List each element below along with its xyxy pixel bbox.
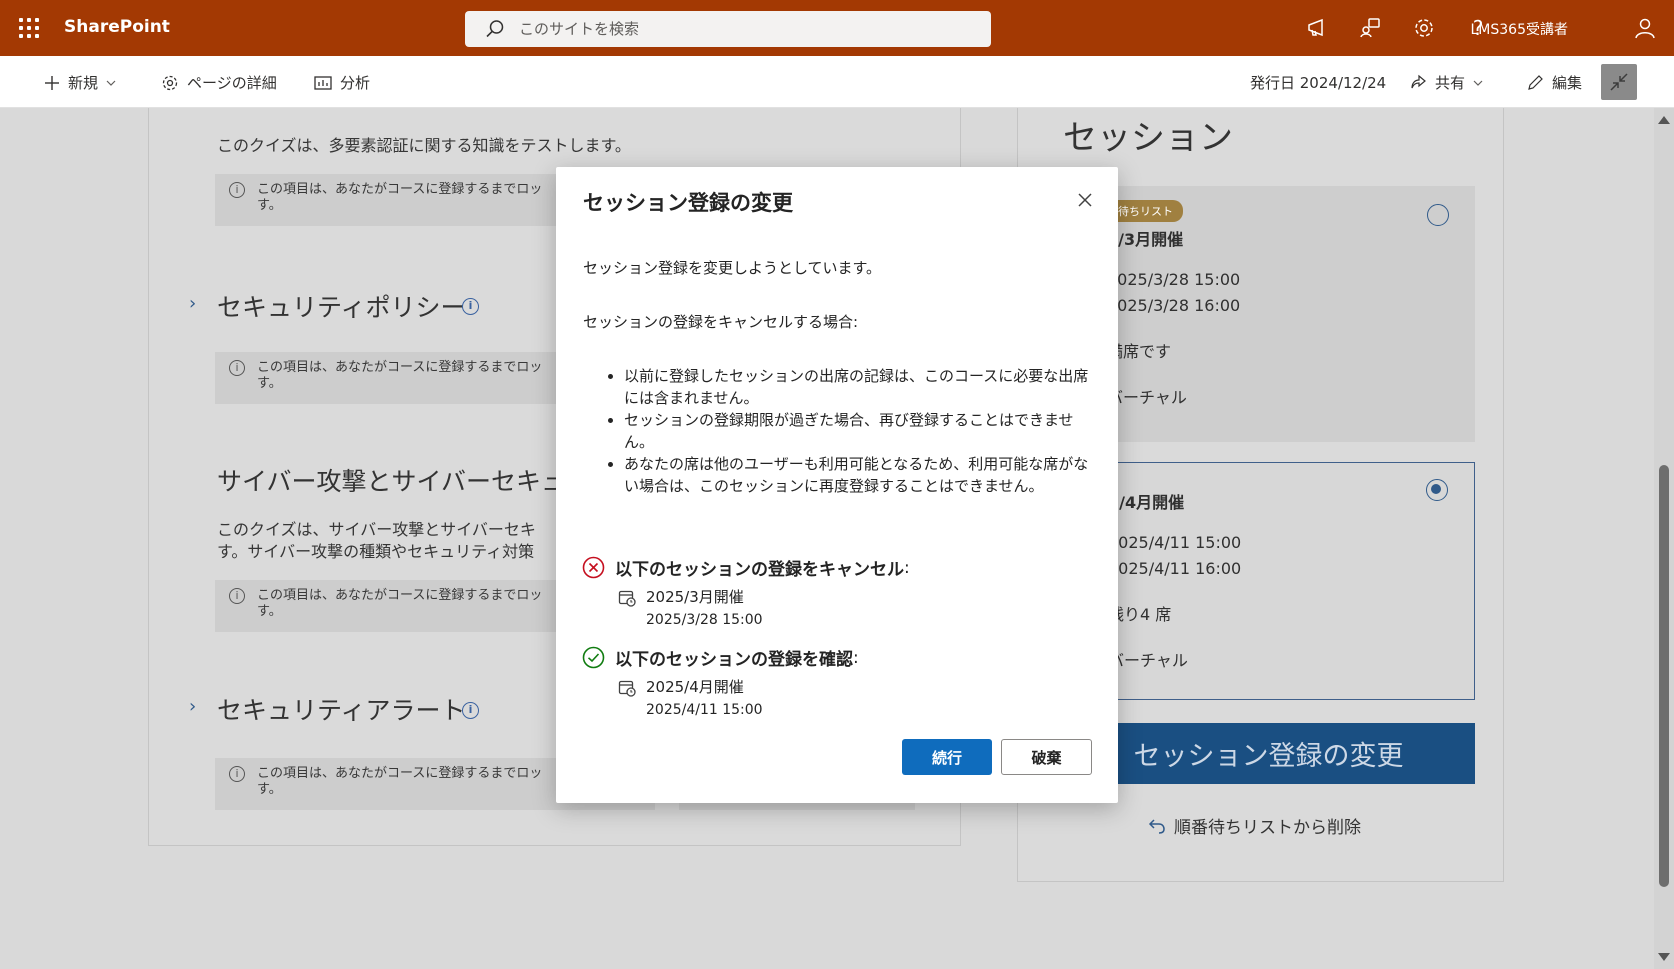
continue-button[interactable]: 続行 [902, 739, 992, 775]
collapse-button[interactable] [1601, 64, 1637, 100]
edit-button[interactable]: 編集 [1527, 72, 1582, 93]
undo-icon [1148, 818, 1165, 834]
megaphone-icon[interactable] [1306, 16, 1330, 40]
cancel-session-time: 2025/3/28 15:00 [646, 612, 763, 628]
cyber-description-line2: す。サイバー攻撃の種類やセキュリティ対策 [217, 542, 535, 561]
app-launcher-icon[interactable] [18, 17, 40, 39]
confirm-session-name: 2025/4月開催 [646, 678, 744, 696]
session-location: バーチャル [1107, 388, 1187, 407]
session-end: 2025/4/11 16:00 [1108, 559, 1242, 578]
plus-icon [45, 75, 59, 90]
remove-waitlist-link[interactable]: 順番待ちリストから削除 [1148, 813, 1361, 838]
chevron-down-icon [1473, 80, 1483, 86]
page-details-label: ページの詳細 [187, 74, 277, 92]
dialog-title: セッション登録の変更 [583, 191, 793, 215]
dialog-cancel-heading: セッションの登録をキャンセルする場合: [583, 313, 859, 331]
published-label: 発行日 2024/12/24 [1250, 74, 1387, 92]
confirm-session-time: 2025/4/11 15:00 [646, 702, 763, 718]
edit-label: 編集 [1552, 74, 1583, 92]
analytics-label: 分析 [340, 74, 371, 92]
discard-button[interactable]: 破棄 [1001, 739, 1092, 775]
info-icon: i [229, 588, 245, 604]
checkmark-circle-icon [582, 646, 605, 669]
session-start: 2025/4/11 15:00 [1108, 533, 1242, 552]
scroll-up-arrow[interactable] [1658, 116, 1670, 124]
feedback-icon[interactable] [1359, 16, 1383, 40]
change-registration-dialog: セッション登録の変更 セッション登録を変更しようとしています。 セッションの登録… [556, 167, 1118, 803]
confirm-session-entry: 2025/4月開催 2025/4/11 15:00 [618, 676, 763, 722]
dismiss-circle-icon [582, 556, 605, 579]
brand-name[interactable]: SharePoint [64, 17, 170, 37]
sessions-title: セッション [1063, 118, 1233, 158]
info-icon: i [229, 360, 245, 376]
session-name: 5/4月開催 [1108, 493, 1185, 512]
session-end: 2025/3/28 16:00 [1107, 296, 1241, 315]
section-title-security-alert[interactable]: セキュリティアラート [217, 691, 466, 727]
user-avatar-icon[interactable] [1633, 16, 1657, 40]
session-option-2[interactable]: 5/4月開催 2025/4/11 15:00 2025/4/11 16:00 残… [1062, 462, 1475, 700]
info-icon[interactable]: i [462, 298, 479, 315]
analytics-icon [314, 75, 332, 90]
new-button[interactable]: 新規 [44, 72, 116, 93]
list-item: セッションの登録期限が過ぎた場合、再び登録することはできません。 [624, 409, 1094, 453]
gear-icon [162, 75, 178, 90]
info-icon: i [229, 766, 245, 782]
session-radio-2[interactable] [1426, 479, 1448, 501]
new-label: 新規 [68, 74, 99, 92]
expand-chevron-icon[interactable]: › [189, 696, 196, 717]
scroll-thumb[interactable] [1659, 465, 1669, 887]
expand-chevron-icon[interactable]: › [189, 293, 196, 314]
session-name: 5/3月開催 [1107, 230, 1184, 249]
session-start: 2025/3/28 15:00 [1107, 270, 1241, 289]
pencil-icon [1528, 75, 1543, 90]
search-icon [486, 20, 504, 38]
cyber-description-line1: このクイズは、サイバー攻撃とサイバーセキ [217, 520, 536, 539]
info-icon: i [229, 182, 245, 198]
section-title-security-policy[interactable]: セキュリティポリシー [217, 288, 466, 324]
share-label: 共有 [1435, 74, 1466, 92]
list-item: 以前に登録したセッションの出席の記録は、このコースに必要な出席には含まれません。 [624, 365, 1094, 409]
calendar-clock-icon [618, 680, 636, 697]
collapse-icon [1610, 73, 1628, 91]
section-title-cyber-attack[interactable]: サイバー攻撃とサイバーセキュリ [217, 462, 591, 498]
share-button[interactable]: 共有 [1410, 72, 1483, 93]
cancel-session-heading: 以下のセッションの登録をキャンセル: [582, 555, 910, 580]
scroll-down-arrow[interactable] [1658, 953, 1670, 961]
dialog-bullet-list: 以前に登録したセッションの出席の記録は、このコースに必要な出席には含まれません。… [604, 365, 1094, 497]
quiz-intro-text: このクイズは、多要素認証に関する知識をテストします。 [217, 136, 631, 155]
gear-icon[interactable] [1412, 16, 1436, 40]
waitlist-badge: 待ちリスト [1108, 200, 1183, 222]
session-radio-1[interactable] [1427, 204, 1449, 226]
chevron-down-icon [106, 80, 116, 86]
command-bar: 新規 ページの詳細 分析 発行日 2024/12/24 共有 編集 [0, 56, 1674, 108]
cancel-session-name: 2025/3月開催 [646, 588, 744, 606]
session-option-1[interactable]: 待ちリスト 5/3月開催 2025/3/28 15:00 2025/3/28 1… [1062, 186, 1475, 442]
change-registration-button[interactable]: セッション登録の変更 [1062, 723, 1475, 784]
info-icon[interactable]: i [462, 702, 479, 719]
page-details-button[interactable]: ページの詳細 [161, 72, 277, 93]
session-location: バーチャル [1108, 651, 1188, 670]
search-input[interactable] [519, 20, 939, 38]
confirm-session-heading: 以下のセッションの登録を確認: [582, 645, 859, 670]
calendar-clock-icon [618, 590, 636, 607]
share-icon [1411, 74, 1426, 89]
close-icon[interactable] [1076, 191, 1094, 209]
user-name[interactable]: LMS365受講者 [1471, 19, 1569, 39]
search-box[interactable] [465, 11, 991, 47]
dialog-intro: セッション登録を変更しようとしています。 [583, 259, 882, 277]
suite-bar: SharePoint ? LMS365受講者 [0, 0, 1674, 56]
list-item: あなたの席は他のユーザーも利用可能となるため、利用可能な席がない場合は、このセッ… [624, 453, 1094, 497]
analytics-button[interactable]: 分析 [314, 72, 370, 93]
cancel-session-entry: 2025/3月開催 2025/3/28 15:00 [618, 586, 763, 632]
published-date: 発行日 2024/12/24 [1250, 72, 1386, 93]
